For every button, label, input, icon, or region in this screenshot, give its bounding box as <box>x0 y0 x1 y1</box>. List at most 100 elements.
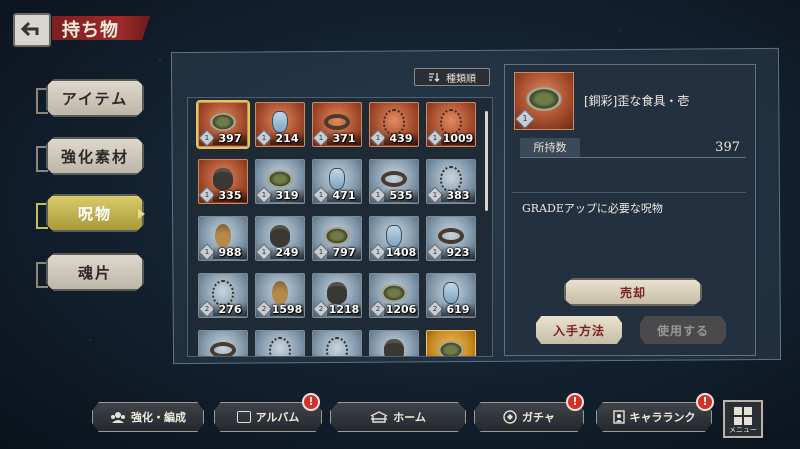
gourd-icon <box>215 223 231 248</box>
item-count: 371 <box>327 132 361 145</box>
inventory-item[interactable]: 1 319 <box>255 159 305 204</box>
item-count: 397 <box>213 132 247 145</box>
divider <box>512 192 746 193</box>
inventory-item[interactable]: 1 397 <box>196 100 250 149</box>
necklace-icon <box>440 108 462 135</box>
inventory-item[interactable]: 1 249 <box>255 216 305 261</box>
nav-label: 強化・編成 <box>131 411 186 424</box>
side-tab-items[interactable]: アイテム <box>46 79 144 117</box>
sort-label: 種類順 <box>446 73 476 85</box>
nav-enhance-formation[interactable]: 強化・編成 <box>92 402 204 432</box>
inventory-item[interactable]: 2 619 <box>426 273 476 318</box>
dish-icon <box>210 112 236 131</box>
ring-icon <box>210 341 236 356</box>
item-count: 383 <box>441 189 475 202</box>
nav-label: キャラランク <box>629 411 696 424</box>
inventory-item[interactable]: 1 335 <box>198 159 248 204</box>
item-count: 535 <box>384 189 418 202</box>
jar-icon <box>327 281 347 304</box>
nav-home[interactable]: ホーム <box>330 402 466 432</box>
side-tab-label: アイテム <box>61 89 129 108</box>
inventory-item[interactable]: 1 471 <box>312 159 362 204</box>
grid-menu-icon <box>734 407 752 425</box>
necklace-icon <box>326 336 348 356</box>
ring-icon <box>324 113 350 130</box>
how-to-get-button[interactable]: 入手方法 <box>536 316 622 344</box>
item-count: 1598 <box>270 303 304 316</box>
item-count: 335 <box>213 189 247 202</box>
owned-count-value: 397 <box>715 140 740 155</box>
scrollbar[interactable] <box>485 111 488 211</box>
detail-item-icon: 1 <box>514 72 574 130</box>
use-label: 使用する <box>656 323 709 338</box>
inventory-item[interactable]: 2 1206 <box>369 273 419 318</box>
item-count: 439 <box>384 132 418 145</box>
side-tab-materials[interactable]: 強化素材 <box>46 137 144 175</box>
owned-count-label: 所持数 <box>520 138 580 157</box>
inventory-item[interactable]: 2 1598 <box>255 273 305 318</box>
item-count: 276 <box>213 303 247 316</box>
side-tab-label: 呪物 <box>77 204 112 223</box>
sort-button[interactable]: 種類順 <box>414 68 490 86</box>
item-count: 923 <box>441 246 475 259</box>
item-count: 619 <box>441 303 475 316</box>
grade-badge: 1 <box>515 109 535 129</box>
jar-icon <box>213 167 233 190</box>
back-arrow-icon <box>21 21 39 37</box>
inventory-item[interactable] <box>312 330 362 356</box>
item-grid[interactable]: 1 397 1 214 1 371 1 439 1 1009 1 335 1 319 1 471 1 535 1 38… <box>187 97 493 357</box>
inventory-item[interactable] <box>198 330 248 356</box>
inventory-item[interactable]: 1 1009 <box>426 102 476 147</box>
necklace-icon <box>269 336 291 356</box>
dish-icon <box>324 226 350 245</box>
back-button[interactable] <box>13 13 51 47</box>
notification-badge: ! <box>696 393 714 411</box>
inventory-item[interactable]: 2 1218 <box>312 273 362 318</box>
ring-icon <box>438 227 464 244</box>
page-title: 持ち物 <box>62 20 119 41</box>
side-tab-label: 強化素材 <box>60 147 129 166</box>
nav-label: ガチャ <box>522 411 555 424</box>
inventory-item[interactable]: 1 383 <box>426 159 476 204</box>
inventory-item[interactable]: 1 1408 <box>369 216 419 261</box>
inventory-item[interactable]: 1 988 <box>198 216 248 261</box>
nav-label: アルバム <box>255 411 300 424</box>
active-indicator-icon <box>138 209 145 219</box>
inventory-item[interactable]: 1 535 <box>369 159 419 204</box>
gourd-icon <box>272 280 288 305</box>
inventory-item[interactable]: 2 276 <box>198 273 248 318</box>
rank-icon <box>612 410 625 424</box>
bottle-icon <box>386 224 402 247</box>
inventory-item[interactable]: 1 371 <box>312 102 362 147</box>
inventory-item[interactable] <box>255 330 305 356</box>
item-count: 214 <box>270 132 304 145</box>
nav-character-rank[interactable]: キャラランク <box>596 402 712 432</box>
menu-button[interactable]: メニュー <box>723 400 763 438</box>
inventory-item[interactable]: 1 439 <box>369 102 419 147</box>
item-count: 797 <box>327 246 361 259</box>
side-tab-soul-fragments[interactable]: 魂片 <box>46 253 144 291</box>
item-count: 1218 <box>327 303 361 316</box>
inventory-item[interactable]: 1 923 <box>426 216 476 261</box>
use-button[interactable]: 使用する <box>640 316 726 344</box>
inventory-item[interactable]: 1 214 <box>255 102 305 147</box>
inventory-item[interactable]: 1 797 <box>312 216 362 261</box>
item-count: 988 <box>213 246 247 259</box>
side-tab-cursed-objects[interactable]: 呪物 <box>46 194 144 232</box>
dish-icon <box>526 86 562 111</box>
home-icon <box>370 411 388 423</box>
inventory-item[interactable] <box>369 330 419 356</box>
notification-badge: ! <box>302 393 320 411</box>
how-to-get-label: 入手方法 <box>552 323 605 338</box>
jar-icon <box>270 224 290 247</box>
inventory-item[interactable] <box>426 330 476 356</box>
necklace-icon <box>212 279 234 306</box>
jar-icon <box>384 338 404 356</box>
bottle-icon <box>329 167 345 190</box>
sell-label: 売却 <box>619 285 646 300</box>
item-count: 1408 <box>384 246 418 259</box>
item-count: 249 <box>270 246 304 259</box>
bottle-icon <box>272 110 288 133</box>
nav-label: ホーム <box>393 411 426 424</box>
sell-button[interactable]: 売却 <box>564 278 702 306</box>
